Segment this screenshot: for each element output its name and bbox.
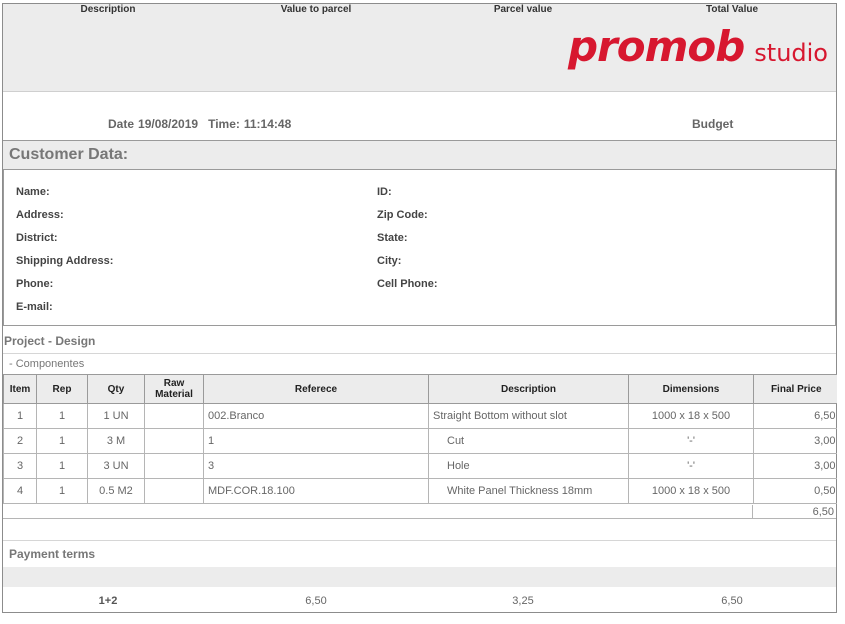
logo-sub: studio (754, 39, 828, 67)
field-cell-phone: Cell Phone: (377, 278, 438, 290)
cell-dims: 1000 x 18 x 500 (628, 403, 754, 429)
cell-price: 3,00 (753, 453, 837, 479)
cell-qty: 0.5 M2 (87, 478, 145, 504)
project-title: Project - Design (4, 334, 96, 348)
cell-price: 3,00 (753, 428, 837, 454)
customer-header: Customer Data: (3, 140, 836, 170)
cell-raw (144, 453, 204, 479)
components-label: - Componentes (9, 358, 85, 370)
payment-header-row (3, 567, 836, 587)
cell-qty: 3 UN (87, 453, 145, 479)
cell-desc: Cut (428, 428, 629, 454)
col-rep: Rep (36, 374, 88, 404)
cell-ref: MDF.COR.18.100 (203, 478, 429, 504)
cell-price: 0,50 (753, 478, 837, 504)
pay-col-parcel-value: Parcel value (493, 4, 553, 15)
pay-value-to-parcel: 6,50 (305, 595, 327, 607)
field-phone: Phone: (16, 278, 54, 290)
cell-desc: Straight Bottom without slot (428, 403, 629, 429)
col-final-price: Final Price (753, 374, 837, 404)
section-divider (3, 540, 836, 541)
cell-dims: '-' (628, 428, 754, 454)
pay-description: 1+2 (98, 595, 118, 607)
date-value: 19/08/2019 (138, 117, 199, 131)
col-referece: Referece (203, 374, 429, 404)
field-email: E-mail: (16, 301, 53, 313)
cell-qty: 3 M (87, 428, 145, 454)
field-district: District: (16, 232, 58, 244)
table-row: 3 1 3 UN 3 Hole '-' 3,00 (3, 453, 837, 479)
payment-title: Payment terms (9, 547, 96, 561)
pay-col-value-to-parcel: Value to parcel (280, 4, 352, 15)
cell-dims: '-' (628, 453, 754, 479)
cell-rep: 1 (36, 478, 88, 504)
time-value: 11:14:48 (243, 117, 292, 131)
col-raw-material-label: Raw Material (155, 378, 193, 400)
table-row: 4 1 0.5 M2 MDF.COR.18.100 White Panel Th… (3, 478, 837, 504)
cell-raw (144, 478, 204, 504)
cell-item: 1 (3, 403, 37, 429)
subtotal-value: 6,50 (752, 505, 836, 519)
pay-col-total-value: Total Value (705, 4, 759, 15)
field-zip-code: Zip Code: (377, 209, 428, 221)
pay-parcel-value: 3,25 (512, 595, 534, 607)
subtotal-row (3, 505, 836, 519)
table-row: 2 1 3 M 1 Cut '-' 3,00 (3, 428, 837, 454)
cell-dims: 1000 x 18 x 500 (628, 478, 754, 504)
report-header: promob studio (3, 4, 836, 92)
date-time-line: Date 19/08/2019 Time: 11:14:48 (108, 117, 295, 131)
field-name: Name: (16, 186, 50, 198)
customer-box (3, 170, 836, 326)
cell-rep: 1 (36, 428, 88, 454)
col-item: Item (3, 374, 37, 404)
items-table: Item Rep Qty Raw Material Referece Descr… (3, 374, 837, 504)
items-header-row: Item Rep Qty Raw Material Referece Descr… (3, 374, 837, 404)
cell-price: 6,50 (753, 403, 837, 429)
cell-desc: White Panel Thickness 18mm (428, 478, 629, 504)
cell-raw (144, 403, 204, 429)
components-section: - Componentes (3, 353, 836, 374)
cell-desc: Hole (428, 453, 629, 479)
time-label: Time: (208, 117, 240, 131)
customer-title: Customer Data: (9, 146, 129, 163)
cell-rep: 1 (36, 453, 88, 479)
pay-total-value: 6,50 (721, 595, 743, 607)
cell-rep: 1 (36, 403, 88, 429)
pay-col-description: Description (80, 4, 136, 15)
promob-logo: promob studio (568, 22, 828, 72)
cell-item: 4 (3, 478, 37, 504)
field-state: State: (377, 232, 408, 244)
cell-raw (144, 428, 204, 454)
field-city: City: (377, 255, 402, 267)
doc-type: Budget (692, 117, 734, 131)
col-description: Description (428, 374, 629, 404)
field-shipping-address: Shipping Address: (16, 255, 114, 267)
cell-ref: 1 (203, 428, 429, 454)
field-address: Address: (16, 209, 64, 221)
logo-brand: promob (567, 22, 745, 71)
cell-ref: 002.Branco (203, 403, 429, 429)
cell-ref: 3 (203, 453, 429, 479)
col-dimensions: Dimensions (628, 374, 754, 404)
table-row: 1 1 1 UN 002.Branco Straight Bottom with… (3, 403, 837, 429)
cell-item: 3 (3, 453, 37, 479)
col-qty: Qty (87, 374, 145, 404)
col-raw-material: Raw Material (144, 374, 204, 404)
cell-qty: 1 UN (87, 403, 145, 429)
date-label: Date (108, 117, 135, 131)
cell-item: 2 (3, 428, 37, 454)
field-id: ID: (377, 186, 392, 198)
